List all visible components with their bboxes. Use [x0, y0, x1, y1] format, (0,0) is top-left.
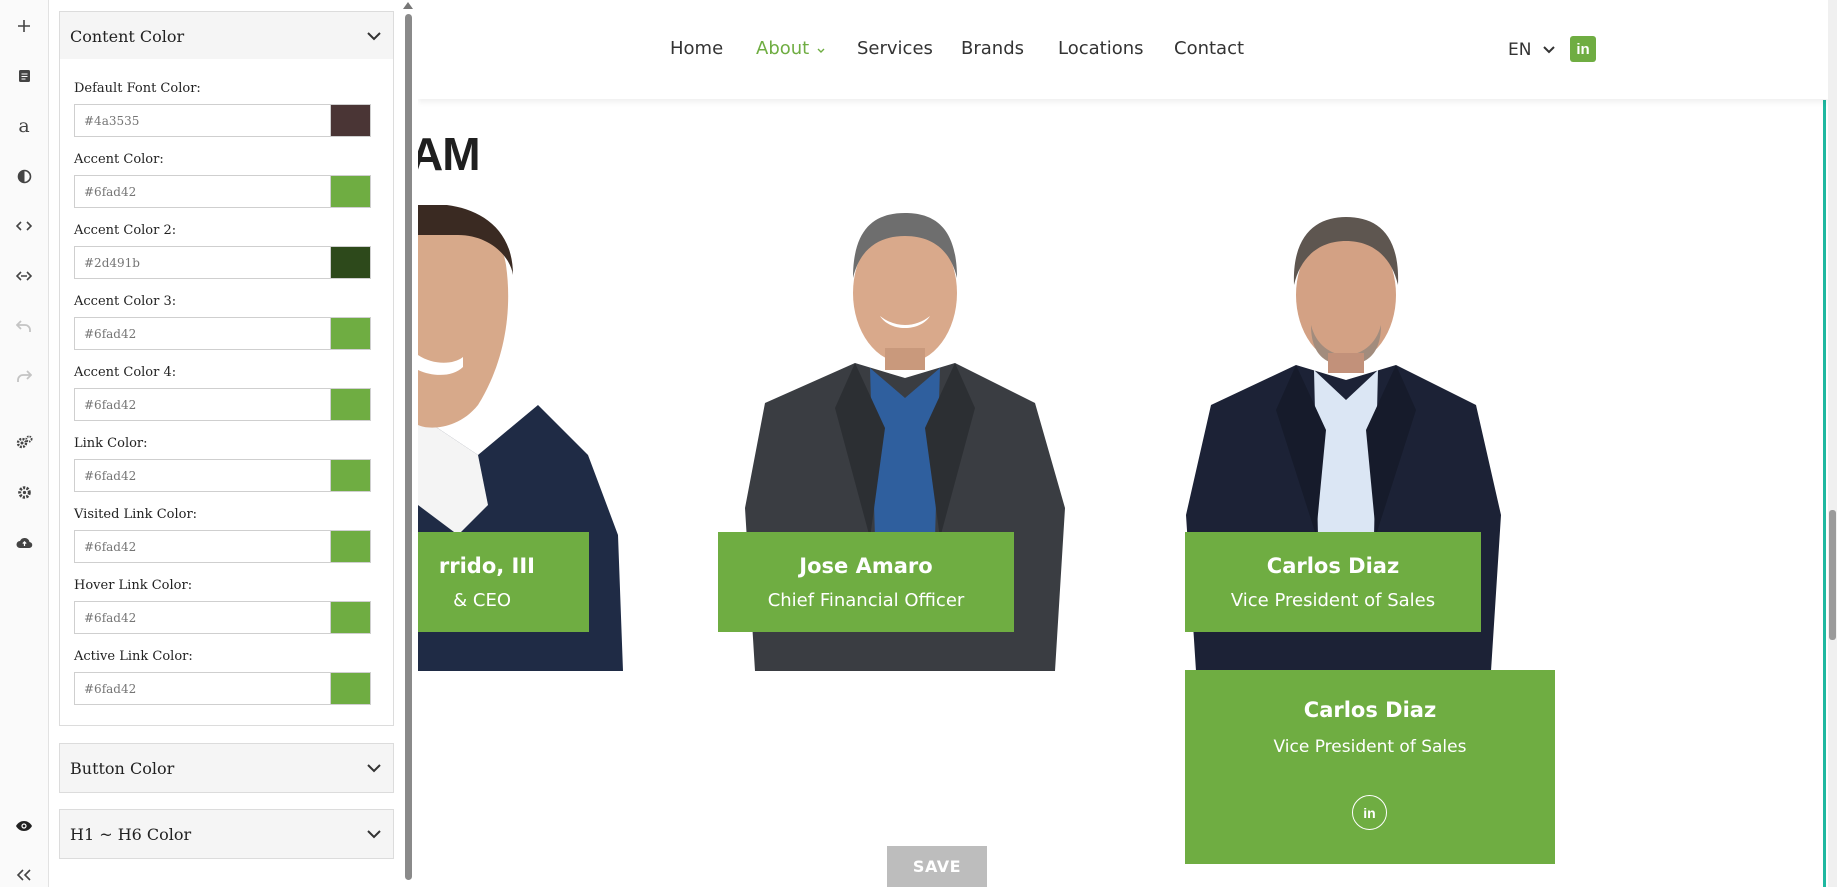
member-title: Chief Financial Officer: [767, 590, 965, 611]
language-selector[interactable]: EN: [1508, 40, 1556, 60]
color-field-label: Default Font Color:: [74, 81, 201, 96]
eye-icon[interactable]: [0, 811, 48, 841]
color-field-row: [74, 175, 375, 208]
color-hex-input[interactable]: [74, 246, 330, 279]
member-name: Jose Amaro: [799, 554, 933, 578]
color-field-row: [74, 601, 375, 634]
team-card-1: rrido, III & CEO: [418, 532, 589, 632]
color-hex-input[interactable]: [74, 601, 330, 634]
color-field-label: Link Color:: [74, 436, 148, 451]
code-icon[interactable]: [0, 211, 48, 241]
color-field-label: Accent Color 3:: [74, 294, 177, 309]
nav-services[interactable]: Services: [857, 38, 933, 59]
member-name: rrido, III: [438, 554, 535, 578]
color-hex-input[interactable]: [74, 672, 330, 705]
color-field-label: Hover Link Color:: [74, 578, 193, 593]
color-swatch[interactable]: [330, 246, 371, 279]
panel-scrollbar[interactable]: [405, 14, 412, 880]
chevron-down-icon: [1543, 46, 1556, 54]
member-hover-card[interactable]: Carlos Diaz Vice President of Sales in: [1185, 670, 1555, 864]
cloud-upload-icon[interactable]: [0, 527, 48, 557]
settings-icon[interactable]: [0, 477, 48, 507]
nav-home[interactable]: Home: [670, 38, 723, 59]
content-color-header[interactable]: Content Color: [60, 12, 393, 60]
linkedin-icon[interactable]: in: [1570, 36, 1596, 62]
editor-toolbar: a: [0, 0, 49, 887]
nav-about[interactable]: About: [756, 38, 825, 59]
collapse-icon[interactable]: [0, 860, 48, 890]
chevron-down-icon: [367, 763, 381, 772]
section-title: Content Color: [70, 26, 185, 46]
color-hex-input[interactable]: [74, 530, 330, 563]
member-title: Vice President of Sales: [1230, 590, 1436, 611]
editor-highlight-edge: [1823, 100, 1826, 887]
color-hex-input[interactable]: [74, 104, 330, 137]
member-name: Carlos Diaz: [1303, 698, 1437, 722]
color-hex-input[interactable]: [74, 317, 330, 350]
embed-icon[interactable]: [0, 261, 48, 291]
content-color-section[interactable]: Content Color: [59, 11, 394, 61]
color-swatch[interactable]: [330, 104, 371, 137]
color-swatch[interactable]: [330, 388, 371, 421]
color-field-row: [74, 672, 375, 705]
color-hex-input[interactable]: [74, 175, 330, 208]
font-icon[interactable]: a: [0, 111, 48, 141]
color-field-label: Accent Color:: [74, 152, 164, 167]
color-field-row: [74, 388, 375, 421]
nav-locations[interactable]: Locations: [1058, 38, 1144, 59]
color-settings-panel: Content Color Default Font Color: Accent …: [49, 0, 409, 887]
panel-scroll-up-arrow[interactable]: [403, 2, 413, 9]
color-field-row: [74, 104, 375, 137]
chevron-down-icon: [817, 48, 825, 53]
chevron-down-icon: [367, 829, 381, 838]
plus-icon[interactable]: [0, 11, 48, 41]
page-scroll-track[interactable]: [1828, 0, 1837, 887]
save-button[interactable]: SAVE: [887, 846, 987, 887]
cogs-icon[interactable]: [0, 427, 48, 457]
color-field-label: Visited Link Color:: [74, 507, 198, 522]
chevron-down-icon: [367, 31, 381, 40]
color-swatch[interactable]: [330, 459, 371, 492]
color-swatch[interactable]: [330, 530, 371, 563]
color-field-row: [74, 317, 375, 350]
color-hex-input[interactable]: [74, 459, 330, 492]
language-label: EN: [1508, 40, 1532, 60]
member-name: Carlos Diaz: [1266, 554, 1400, 578]
nav-about-label: About: [756, 38, 810, 59]
page-scrollbar-thumb[interactable]: [1829, 510, 1836, 640]
color-field-row: [74, 459, 375, 492]
heading-color-header[interactable]: H1 ~ H6 Color: [60, 810, 393, 858]
color-swatch[interactable]: [330, 601, 371, 634]
page-icon[interactable]: [0, 61, 48, 91]
color-hex-input[interactable]: [74, 388, 330, 421]
member-title: Vice President of Sales: [1273, 737, 1467, 757]
nav-brands[interactable]: Brands: [961, 38, 1024, 59]
member-title: & CEO: [453, 590, 511, 611]
button-color-header[interactable]: Button Color: [60, 744, 393, 792]
team-card-3: Carlos Diaz Vice President of Sales: [1185, 532, 1481, 632]
section-title: H1 ~ H6 Color: [70, 824, 192, 844]
color-field-label: Accent Color 2:: [74, 223, 177, 238]
color-field-row: [74, 246, 375, 279]
color-field-row: [74, 530, 375, 563]
color-swatch[interactable]: [330, 175, 371, 208]
linkedin-icon[interactable]: in: [1352, 795, 1387, 830]
color-swatch[interactable]: [330, 317, 371, 350]
team-heading: AM: [418, 128, 481, 180]
nav-contact[interactable]: Contact: [1174, 38, 1244, 59]
section-title: Button Color: [70, 758, 175, 778]
button-color-section[interactable]: Button Color: [59, 743, 394, 793]
content-color-fields: Default Font Color: Accent Color: Accent C…: [59, 59, 394, 726]
site-header: Home About Services Brands Locations Con…: [418, 0, 1828, 99]
website-preview: Home About Services Brands Locations Con…: [418, 0, 1828, 887]
undo-icon[interactable]: [0, 311, 48, 341]
heading-color-section[interactable]: H1 ~ H6 Color: [59, 809, 394, 859]
contrast-icon[interactable]: [0, 161, 48, 191]
team-card-2: Jose Amaro Chief Financial Officer: [718, 532, 1014, 632]
color-swatch[interactable]: [330, 672, 371, 705]
redo-icon[interactable]: [0, 361, 48, 391]
color-field-label: Accent Color 4:: [74, 365, 177, 380]
color-field-label: Active Link Color:: [74, 649, 193, 664]
